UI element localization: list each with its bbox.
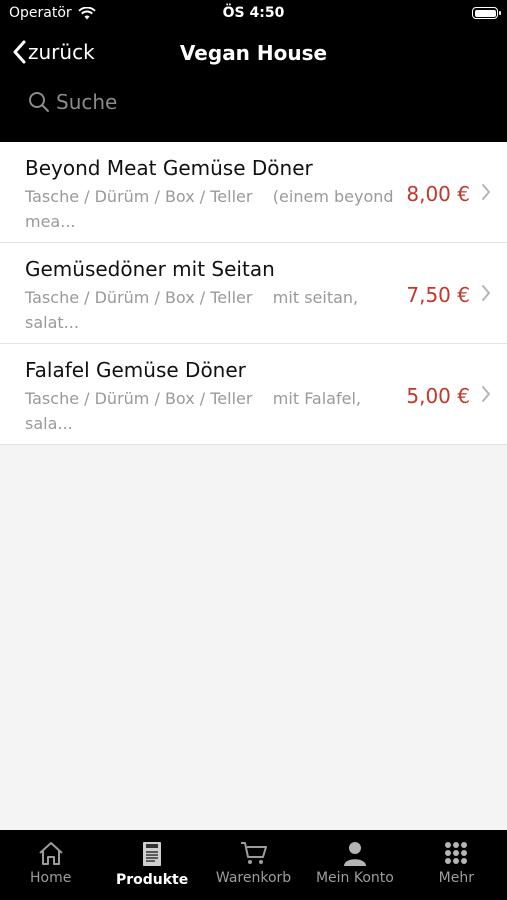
item-title: Gemüsedöner mit Seitan xyxy=(25,257,275,281)
grid-icon xyxy=(445,842,468,864)
list-item[interactable]: Gemüsedöner mit Seitan Tasche / Dürüm / … xyxy=(0,243,507,344)
item-price: 5,00 € xyxy=(406,384,470,408)
item-title: Falafel Gemüse Döner xyxy=(25,358,246,382)
tab-label: Mein Konto xyxy=(315,870,394,886)
status-bar: Operatör ÖS 4:50 xyxy=(0,0,507,28)
item-description: Tasche / Dürüm / Box / Teller (einem bey… xyxy=(25,184,400,234)
item-description-line: Tasche / Dürüm / Box / Teller mit Falafe… xyxy=(25,389,361,408)
user-icon xyxy=(343,842,366,866)
tab-label: Mehr xyxy=(438,870,474,886)
cart-icon xyxy=(240,842,267,864)
status-time: ÖS 4:50 xyxy=(222,5,285,21)
chevron-right-icon xyxy=(482,285,490,301)
product-list: Beyond Meat Gemüse Döner Tasche / Dürüm … xyxy=(0,142,507,445)
tab-home[interactable]: Home xyxy=(0,830,101,900)
header: Operatör ÖS 4:50 zurück Vegan House Such… xyxy=(0,0,507,142)
tab-mein-konto[interactable]: Mein Konto xyxy=(304,830,405,900)
item-description-line: mea... xyxy=(25,212,76,231)
chevron-right-icon xyxy=(482,184,490,200)
tab-label: Produkte xyxy=(115,872,189,888)
item-price: 8,00 € xyxy=(406,182,470,206)
tab-mehr[interactable]: Mehr xyxy=(406,830,507,900)
item-price: 7,50 € xyxy=(406,283,470,307)
item-description-line: Tasche / Dürüm / Box / Teller mit seitan… xyxy=(25,288,359,307)
item-description-line: Tasche / Dürüm / Box / Teller (einem bey… xyxy=(25,187,394,206)
search-field[interactable]: Suche xyxy=(28,90,117,114)
navigation-bar: zurück Vegan House xyxy=(0,32,507,76)
item-description-line: sala... xyxy=(25,414,73,433)
list-item[interactable]: Falafel Gemüse Döner Tasche / Dürüm / Bo… xyxy=(0,344,507,445)
tab-produkte[interactable]: Produkte xyxy=(101,830,202,900)
battery-icon xyxy=(472,7,501,19)
chevron-right-icon xyxy=(482,386,490,402)
tab-bar: Home Produkte Warenkorb Mein Konto Mehr xyxy=(0,830,507,900)
list-item[interactable]: Beyond Meat Gemüse Döner Tasche / Dürüm … xyxy=(0,142,507,243)
menu-card-icon xyxy=(143,842,162,866)
tab-label: Home xyxy=(30,870,72,886)
page-title: Vegan House xyxy=(179,41,328,65)
item-description: Tasche / Dürüm / Box / Teller mit Falafe… xyxy=(25,386,400,436)
search-placeholder: Suche xyxy=(56,90,118,114)
item-title: Beyond Meat Gemüse Döner xyxy=(25,156,313,180)
item-description-line: salat... xyxy=(25,313,79,332)
item-description: Tasche / Dürüm / Box / Teller mit seitan… xyxy=(25,285,400,335)
search-icon xyxy=(29,92,49,112)
tab-label: Warenkorb xyxy=(215,870,292,886)
tab-warenkorb[interactable]: Warenkorb xyxy=(203,830,304,900)
home-icon xyxy=(39,842,63,865)
